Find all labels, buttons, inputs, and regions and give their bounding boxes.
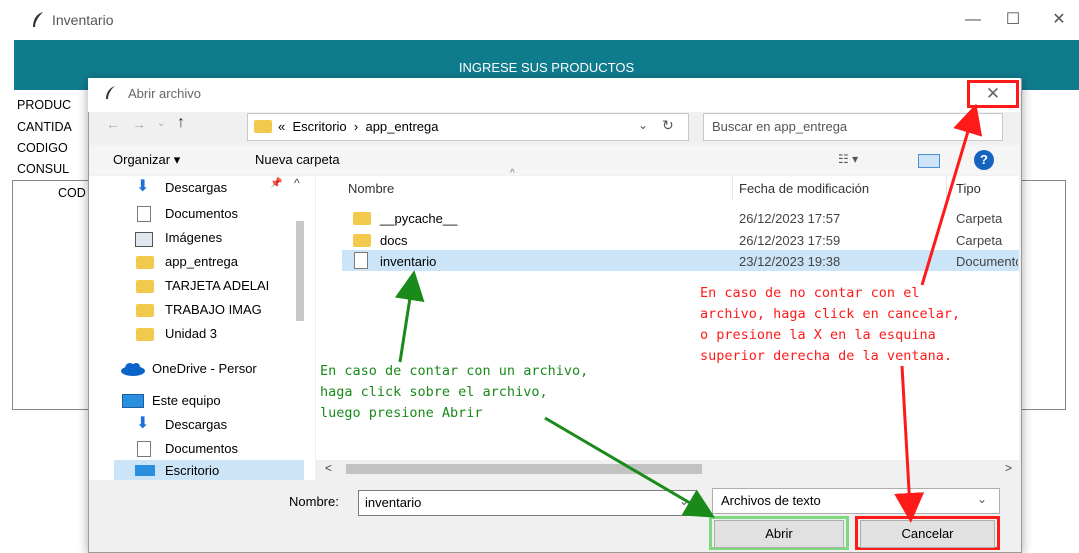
red-annotation-line: En caso de no contar con el: [700, 285, 920, 301]
green-arrow-to-open: [544, 416, 715, 518]
green-arrow-to-file: [394, 270, 425, 363]
green-annotation: En caso de contar con un archivo, haga c…: [320, 361, 588, 424]
red-arrow-to-close: [920, 103, 983, 286]
green-annotation-line: En caso de contar con un archivo,: [320, 363, 589, 379]
green-annotation-line: haga click sobre el archivo,: [320, 384, 548, 400]
red-arrow-to-cancel: [894, 365, 925, 523]
red-annotation-line: superior derecha de la ventana.: [700, 348, 952, 364]
red-annotation-line: archivo, haga click en cancelar,: [700, 306, 961, 322]
green-annotation-line: luego presione Abrir: [320, 405, 483, 421]
red-annotation: En caso de no contar con el archivo, hag…: [700, 283, 960, 367]
annotation-arrows: [394, 103, 983, 523]
red-annotation-line: o presione la X en la esquina: [700, 327, 936, 343]
